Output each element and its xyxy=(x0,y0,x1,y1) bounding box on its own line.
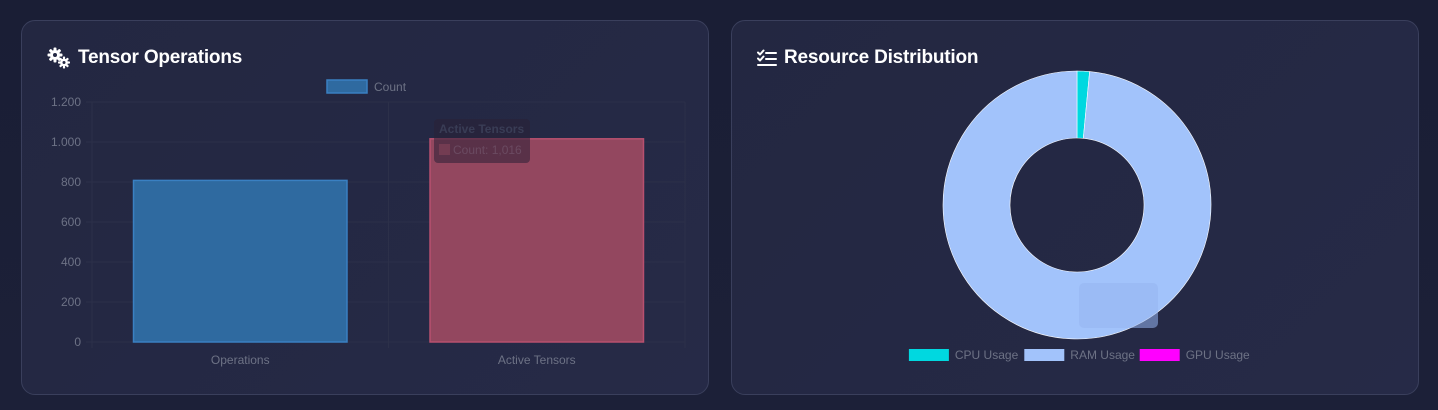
y-tick-label: 200 xyxy=(61,295,81,309)
legend-swatch-ram-usage xyxy=(1024,349,1065,361)
legend-label-ram-usage: RAM Usage xyxy=(1070,348,1135,362)
resource-distribution-doughnut-chart: CPU Usage RAM Usage GPU Usage xyxy=(908,70,1250,362)
legend-label-cpu-usage: CPU Usage xyxy=(955,348,1019,362)
x-tick-label: Active Tensors xyxy=(498,353,576,367)
y-tick-label: 800 xyxy=(61,175,81,189)
bar-tooltip: Active Tensors Count: 1,016 xyxy=(434,119,530,163)
tensor-operations-card: Tensor Operations 0 200 400 600 800 1.000 1.20… xyxy=(21,20,709,395)
legend-swatch-cpu-usage xyxy=(908,349,949,361)
y-tick-label: 400 xyxy=(61,255,81,269)
doughnut-tooltip xyxy=(1079,283,1158,328)
legend-swatch-count xyxy=(326,79,368,94)
tooltip-title: Active Tensors xyxy=(439,122,524,136)
tensor-operations-bar-chart: 0 200 400 600 800 1.000 1.200 Operations Active … xyxy=(51,79,686,367)
y-tick-label: 1.200 xyxy=(51,95,81,109)
legend-label-gpu-usage: GPU Usage xyxy=(1186,348,1250,362)
slice-ram-usage xyxy=(942,70,1212,340)
y-tick-label: 0 xyxy=(74,335,81,349)
tooltip-swatch xyxy=(439,144,450,155)
x-tick-label: Operations xyxy=(211,353,270,367)
y-tick-label: 600 xyxy=(61,215,81,229)
legend-label-count: Count xyxy=(374,80,407,94)
tooltip-value: Count: 1,016 xyxy=(453,143,522,157)
legend-swatch-gpu-usage xyxy=(1139,349,1180,361)
bar-active-tensors xyxy=(429,138,645,343)
y-tick-label: 1.000 xyxy=(51,135,81,149)
bar-operations xyxy=(132,179,348,343)
dashboard: Tensor Operations 0 200 400 600 800 1.000 1.20… xyxy=(0,0,1438,410)
resource-distribution-card: Resource Distribution CPU Usage RAM Usage… xyxy=(731,20,1419,395)
